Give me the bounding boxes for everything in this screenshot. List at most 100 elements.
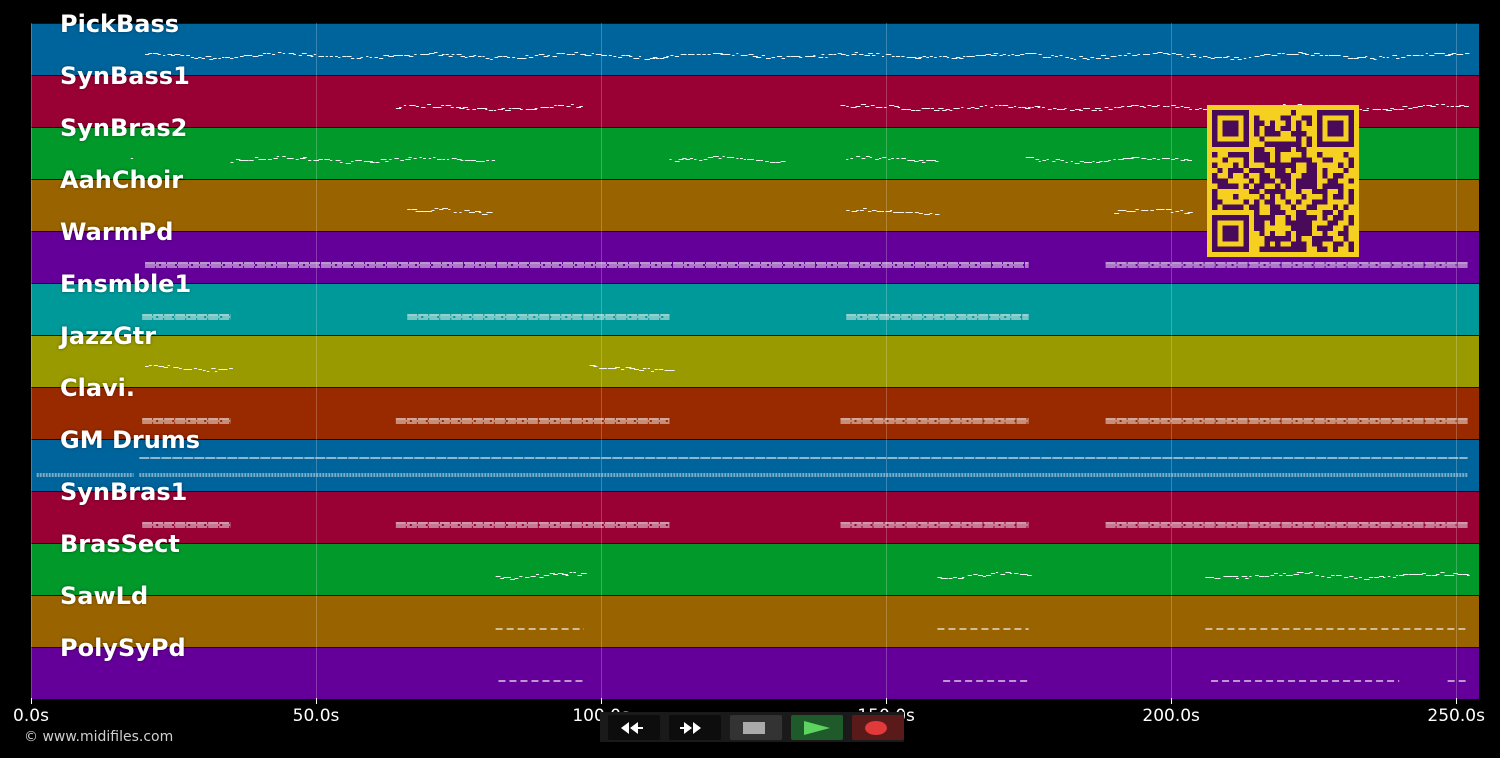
note-mark	[1083, 162, 1090, 163]
track-row[interactable]: Ensmble1	[31, 270, 1479, 335]
fast-forward-button[interactable]	[669, 715, 721, 740]
note-mark	[272, 54, 276, 55]
note-mark	[1051, 55, 1054, 56]
stop-button[interactable]	[730, 715, 782, 740]
note-mark	[860, 104, 867, 105]
note-mark	[438, 55, 444, 56]
note-mark	[1271, 55, 1278, 56]
track-row[interactable]: JazzGtr	[31, 322, 1479, 387]
note-mark	[553, 574, 558, 575]
note-mark	[990, 107, 994, 108]
play-button[interactable]	[791, 715, 843, 740]
note-mark	[942, 56, 948, 57]
note-mark	[1412, 107, 1418, 108]
note-mark	[1042, 107, 1045, 108]
note-mark	[1180, 160, 1186, 161]
note-mark	[428, 158, 432, 159]
note-mark	[821, 54, 825, 55]
note-mark	[984, 105, 988, 106]
note-mark	[1118, 55, 1122, 56]
note-mark	[1033, 53, 1037, 54]
track-row[interactable]: SawLd	[31, 582, 1479, 647]
qr-code[interactable]	[1207, 104, 1359, 258]
note-mark	[1248, 57, 1252, 58]
track-row[interactable]: PickBass	[31, 10, 1479, 75]
note-mark	[990, 55, 997, 56]
track-row[interactable]: BrasSect	[31, 530, 1479, 595]
note-mark	[761, 55, 766, 56]
note-mark	[901, 158, 907, 159]
note-mark	[1007, 55, 1011, 56]
note-mark	[833, 54, 837, 55]
note-mark	[1392, 55, 1398, 56]
note-mark	[338, 57, 341, 58]
note-mark	[481, 108, 488, 109]
note-mark	[652, 57, 658, 58]
note-mark	[934, 214, 940, 215]
note-mark	[306, 55, 313, 56]
note-mark	[1118, 159, 1124, 160]
track-row[interactable]: GM Drums	[31, 426, 1479, 491]
rewind-icon	[621, 722, 643, 734]
note-mark	[799, 57, 803, 58]
note-mark	[1059, 55, 1063, 56]
note-mark	[1298, 52, 1303, 53]
note-mark	[474, 211, 481, 212]
note-mark	[1347, 58, 1354, 59]
note-mark	[854, 52, 858, 53]
note-mark	[539, 577, 544, 578]
note-mark	[1425, 53, 1428, 54]
note-mark	[869, 157, 872, 158]
note-mark	[441, 54, 445, 55]
rewind-button[interactable]	[608, 715, 660, 740]
note-mark	[411, 209, 418, 210]
note-mark	[350, 58, 355, 59]
note-mark	[1027, 575, 1032, 576]
note-mark	[1354, 578, 1358, 579]
note-mark	[1223, 57, 1228, 58]
note-mark	[959, 58, 964, 59]
note-mark	[395, 108, 402, 109]
note-mark	[639, 370, 645, 371]
note-mark	[1103, 161, 1109, 162]
track-row[interactable]: PolySyPd	[31, 634, 1479, 699]
note-mark	[1406, 55, 1412, 56]
note-mark	[1184, 159, 1189, 160]
track-name: GM Drums	[60, 426, 201, 454]
note-mark	[358, 160, 362, 161]
note-mark	[198, 57, 202, 58]
record-button[interactable]	[852, 715, 904, 740]
track-name: WarmPd	[60, 218, 174, 246]
note-mark	[1199, 108, 1202, 109]
note-mark	[1290, 575, 1293, 576]
note-mark	[1128, 158, 1134, 159]
axis-tick-mark	[1171, 698, 1173, 704]
note-mark	[717, 53, 723, 54]
note-mark	[566, 106, 571, 107]
note-mark	[1279, 575, 1283, 576]
note-mark	[1042, 57, 1048, 58]
note-mark	[946, 57, 950, 58]
note-mark	[580, 54, 587, 55]
note-mark	[245, 160, 249, 161]
grid-line	[601, 23, 603, 698]
track-row[interactable]: SynBras1	[31, 478, 1479, 543]
note-mark	[229, 368, 233, 369]
note-mark	[663, 57, 669, 58]
note-mark	[1157, 105, 1160, 106]
note-mark	[1131, 105, 1135, 106]
note-mark	[1219, 57, 1223, 58]
note-mark	[414, 54, 417, 55]
note-mark	[694, 159, 697, 160]
note-mark	[525, 55, 529, 56]
note-mark	[1440, 572, 1445, 573]
note-mark	[1337, 55, 1341, 56]
note-mark	[1343, 577, 1349, 578]
note-mark	[1180, 106, 1184, 107]
note-mark	[921, 162, 926, 163]
note-mark	[1152, 158, 1156, 159]
track-row[interactable]: Clavi.	[31, 374, 1479, 439]
note-mark	[543, 575, 550, 576]
note-mark	[1055, 159, 1061, 160]
track-name: BrasSect	[60, 530, 180, 558]
